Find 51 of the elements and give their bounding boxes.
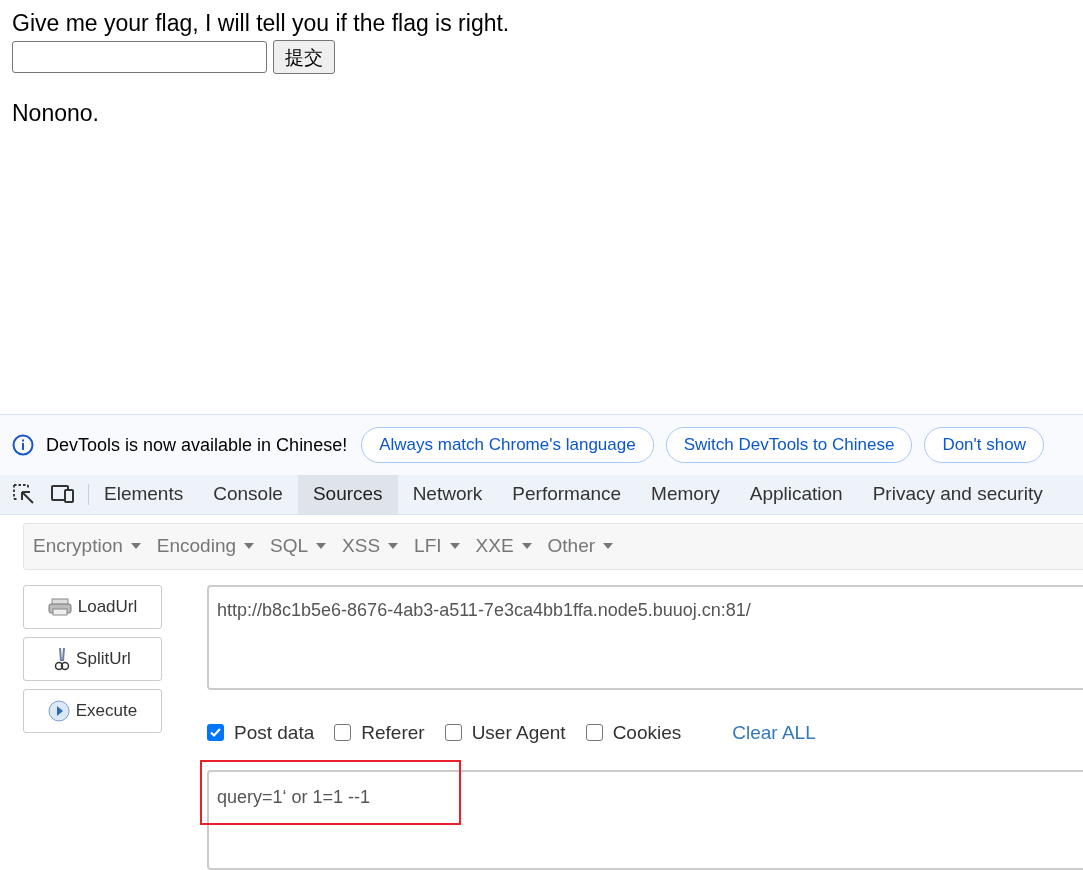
menu-dropdown[interactable]: Encryption <box>32 532 142 561</box>
devtools-tab[interactable]: Privacy and security <box>857 474 1058 514</box>
action-button[interactable]: Execute <box>23 689 162 733</box>
caret-icon <box>244 543 254 550</box>
caret-icon <box>316 543 327 550</box>
caret-icon <box>603 543 614 550</box>
caret-icon <box>449 543 460 550</box>
scissors-icon <box>54 647 71 671</box>
option-label: Referer <box>361 720 425 745</box>
submit-button[interactable]: 提交 <box>273 40 335 74</box>
printer-icon <box>47 598 72 616</box>
menu-dropdown[interactable]: SQL <box>269 532 328 561</box>
option-checkbox[interactable] <box>444 724 462 742</box>
option-label: User Agent <box>471 720 566 745</box>
menu-dropdown[interactable]: XSS <box>341 532 400 561</box>
action-button[interactable]: LoadUrl <box>23 585 162 629</box>
option-checkbox[interactable] <box>585 724 603 742</box>
infobar-message: DevTools is now available in Chinese! <box>46 433 348 457</box>
devtools-tab[interactable]: Console <box>198 474 298 514</box>
menu-dropdown[interactable]: Other <box>546 532 615 561</box>
option-label: Cookies <box>612 720 682 745</box>
flag-input-field[interactable] <box>12 41 267 73</box>
caret-icon <box>521 543 532 550</box>
result-text: Nonono. <box>12 99 99 128</box>
devtools-tab[interactable]: Network <box>397 474 498 514</box>
url-field[interactable]: http://b8c1b5e6-8676-4ab3-a511-7e3ca4bb1ffa.node5.buuoj.cn:81/ <box>207 585 1083 690</box>
menu-dropdown[interactable]: XXE <box>474 532 533 561</box>
devtools-tab[interactable]: Memory <box>636 474 735 514</box>
element-picker-icon[interactable] <box>12 483 36 506</box>
option-checkbox[interactable] <box>207 724 224 742</box>
clear-all-link[interactable]: Clear ALL <box>732 718 816 748</box>
prompt-text: Give me your flag, I will tell you if the flag is right. <box>12 9 510 38</box>
caret-icon <box>130 543 141 550</box>
devtools-tab[interactable]: Application <box>734 474 858 514</box>
devtools-tab[interactable]: Performance <box>497 474 637 514</box>
caret-icon <box>388 543 399 550</box>
option-label: Post data <box>234 720 315 745</box>
checkmark-icon <box>209 726 222 740</box>
infobar-button[interactable]: Don't show <box>924 427 1044 463</box>
infobar-button[interactable]: Always match Chrome's language <box>361 427 654 463</box>
post-data-field[interactable]: query=1‘ or 1=1 --1 <box>207 770 1083 870</box>
menu-dropdown[interactable]: LFI <box>413 532 461 561</box>
info-icon <box>12 434 34 456</box>
option-checkbox[interactable] <box>334 724 352 742</box>
devtools-tab[interactable]: Sources <box>297 474 398 514</box>
device-toggle-icon[interactable] <box>50 484 76 505</box>
menu-dropdown[interactable]: Encoding <box>155 532 255 561</box>
infobar-button[interactable]: Switch DevTools to Chinese <box>665 427 913 463</box>
action-button[interactable]: SplitUrl <box>23 637 162 681</box>
play-icon <box>47 700 70 722</box>
devtools-tab[interactable]: Elements <box>89 474 199 514</box>
